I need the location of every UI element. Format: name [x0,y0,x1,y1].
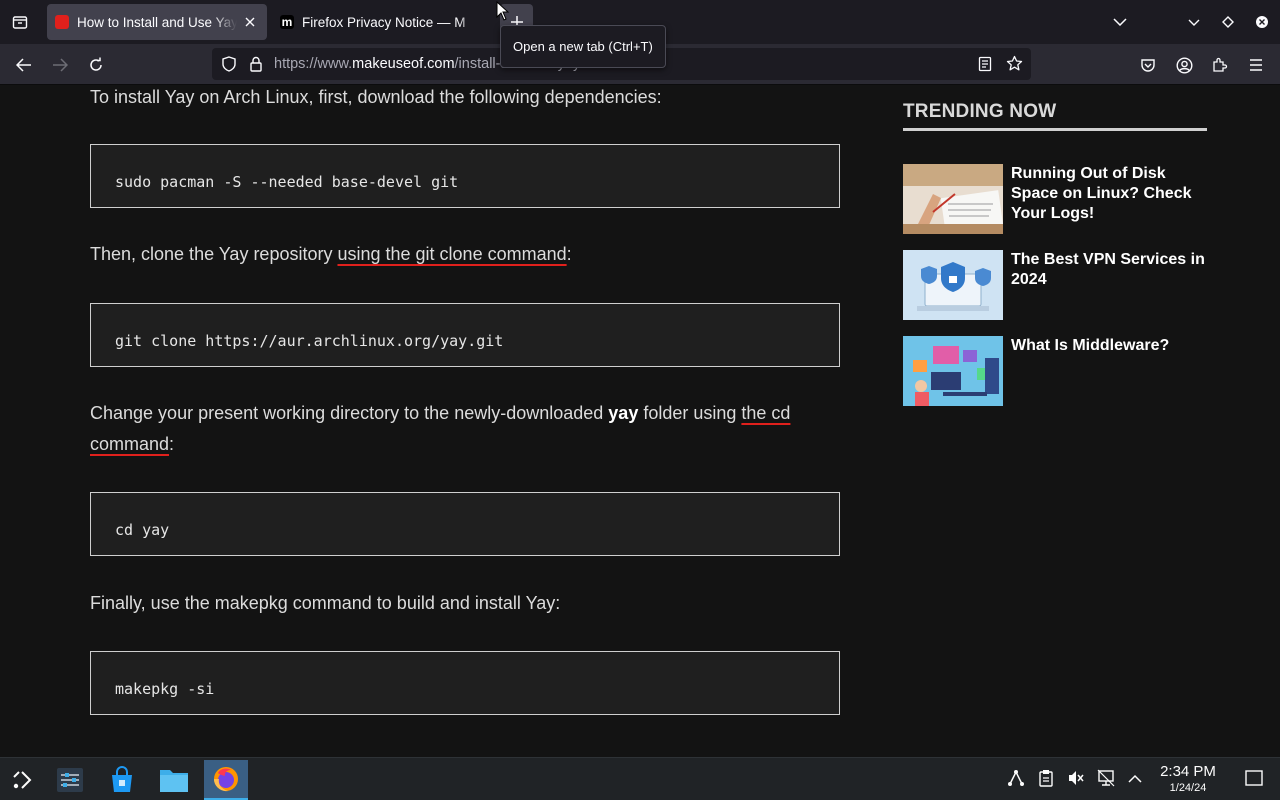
paragraph-text: : [566,244,572,264]
puzzle-piece-icon [1213,57,1228,72]
network-tray-icon[interactable] [1096,768,1116,788]
code-block-git-clone: git clone https://aur.archlinux.org/yay.… [90,303,840,367]
code-block-cd: cd yay [90,492,840,556]
bookmark-star-icon[interactable] [1006,55,1023,77]
paragraph-clone: Then, clone the Yay repository using the… [90,239,840,270]
shopping-bag-icon [112,766,132,792]
minimize-chevron-icon [1188,19,1200,26]
url-prefix: https://www. [274,56,353,72]
volume-muted-tray-icon[interactable] [1066,768,1086,788]
trending-item-title[interactable]: The Best VPN Services in 2024 [1011,250,1207,290]
close-circle-icon [1256,16,1268,28]
yay-folder-bold: yay [608,403,639,423]
digital-clock[interactable]: 2:34 PM 1/24/24 [1152,763,1224,795]
trending-item[interactable]: Running Out of Disk Space on Linux? Chec… [903,164,1207,236]
web-page-content: To install Yay on Arch Linux, first, dow… [0,85,1280,757]
trending-item-title[interactable]: What Is Middleware? [1011,336,1207,356]
close-tab-icon[interactable] [241,13,259,31]
reload-button[interactable] [82,51,110,79]
trending-item-title[interactable]: Running Out of Disk Space on Linux? Chec… [1011,164,1207,224]
paragraph-text: folder using [638,403,742,423]
url-host: makeuseof.com [352,56,455,72]
clipboard-tray-icon[interactable] [1036,768,1056,788]
extensions-button[interactable] [1206,51,1234,79]
makeuseof-favicon-icon [55,15,69,29]
trending-item[interactable]: The Best VPN Services in 2024 [903,250,1207,322]
trending-item[interactable]: What Is Middleware? [903,336,1207,408]
show-hidden-icons-chevron-up-icon[interactable] [1125,768,1145,788]
window-maximize-button[interactable] [1216,10,1240,34]
firefox-view-button[interactable] [6,8,34,36]
arrow-right-icon [53,58,68,72]
trending-heading: TRENDING NOW [903,101,1057,122]
app-menu-button[interactable] [1242,51,1270,79]
account-button[interactable] [1170,51,1198,79]
maximize-diamond-icon [1222,16,1234,28]
trending-divider [903,128,1207,131]
chevron-down-icon [1113,18,1127,26]
tab-privacy-notice[interactable]: m Firefox Privacy Notice — M [272,4,492,40]
new-tab-tooltip: Open a new tab (Ctrl+T) [500,25,666,68]
paragraph-cd: Change your present working directory to… [90,398,840,460]
tracking-protection-shield-icon[interactable] [221,56,237,77]
code-block-pacman: sudo pacman -S --needed base-devel git [90,144,840,208]
window-minimize-button[interactable] [1182,10,1206,34]
tab-title: Firefox Privacy Notice — M [302,14,466,30]
application-launcher-button[interactable] [0,760,44,800]
pocket-icon [1141,58,1155,72]
list-all-tabs-button[interactable] [1108,10,1132,34]
mozilla-favicon-icon: m [280,15,294,29]
trending-thumbnail-disk-space[interactable] [903,164,1003,234]
reader-view-icon[interactable] [978,56,992,77]
tab-title: How to Install and Use Yay [77,14,237,30]
paragraph-makepkg: Finally, use the makepkg command to buil… [90,593,561,613]
reload-icon [90,57,102,71]
desktop-icon [1245,770,1263,786]
tab-yay-guide[interactable]: How to Install and Use Yay [47,4,267,40]
file-manager-taskbar-button[interactable] [152,760,196,800]
account-icon [1175,56,1193,74]
mouse-cursor-icon [496,0,510,26]
git-clone-command-link[interactable]: using the git clone command [337,244,566,264]
clock-time: 2:34 PM [1160,763,1216,780]
firefox-view-icon [12,16,28,29]
settings-sliders-icon [57,768,83,792]
paragraph-text: : [169,434,175,454]
window-close-button[interactable] [1250,10,1274,34]
kde-connect-tray-icon[interactable] [1006,768,1026,788]
arrow-left-icon [16,58,31,72]
clock-date: 1/24/24 [1169,782,1207,794]
launcher-icon [13,771,32,789]
paragraph-text: Change your present working directory to… [90,403,609,423]
system-settings-taskbar-button[interactable] [48,760,92,800]
paragraph-text: Then, clone the Yay repository [90,244,338,264]
paragraph-dependencies: To install Yay on Arch Linux, first, dow… [90,87,662,107]
firefox-icon [214,767,238,792]
trending-thumbnail-vpn[interactable] [903,250,1003,320]
hamburger-menu-icon [1250,59,1262,71]
forward-button[interactable] [46,51,74,79]
folder-icon [160,770,188,792]
show-desktop-button[interactable] [1244,768,1264,788]
back-button[interactable] [10,51,38,79]
system-taskbar: 2:34 PM 1/24/24 [0,757,1280,800]
discover-store-taskbar-button[interactable] [100,760,144,800]
lock-icon[interactable] [249,56,263,77]
firefox-taskbar-button[interactable] [204,760,248,800]
pocket-button[interactable] [1134,51,1162,79]
trending-thumbnail-middleware[interactable] [903,336,1003,406]
code-block-makepkg: makepkg -si [90,651,840,715]
